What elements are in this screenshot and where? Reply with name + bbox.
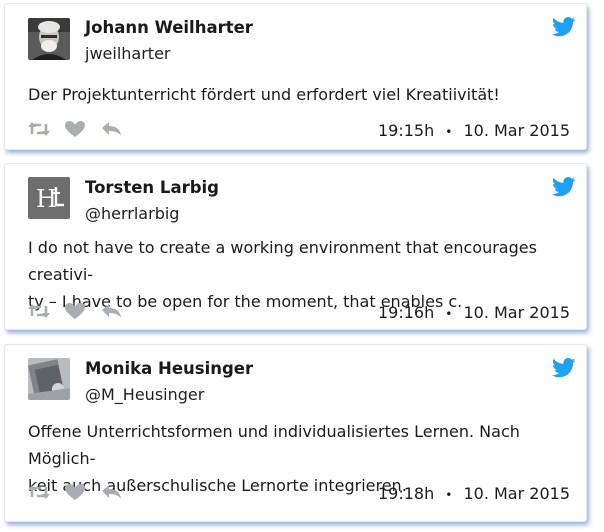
retweet-icon[interactable] xyxy=(28,120,50,138)
avatar[interactable] xyxy=(28,18,70,60)
user-handle[interactable]: @M_Heusinger xyxy=(85,385,204,404)
date: 10. Mar 2015 xyxy=(463,484,570,503)
tweet-actions xyxy=(28,301,122,321)
avatar[interactable] xyxy=(28,358,70,400)
date: 10. Mar 2015 xyxy=(463,121,570,140)
timestamp[interactable]: 19:18h • 10. Mar 2015 xyxy=(378,484,570,503)
time: 19:16h xyxy=(377,303,435,322)
avatar[interactable]: H xyxy=(28,177,70,219)
separator-dot: • xyxy=(445,488,453,502)
display-name[interactable]: Johann Weilharter xyxy=(85,18,253,37)
separator-dot: • xyxy=(445,125,453,139)
tweet-text-line: Offene Unterrichtsformen und individuali… xyxy=(28,422,520,468)
date: 10. Mar 2015 xyxy=(463,303,570,322)
reply-icon[interactable] xyxy=(100,120,122,138)
user-handle[interactable]: jweilharter xyxy=(85,44,170,63)
retweet-icon[interactable] xyxy=(28,302,50,320)
avatar-monogram: H xyxy=(36,185,57,213)
tweet-card: Monika Heusinger @M_Heusinger Offene Unt… xyxy=(4,344,587,522)
separator-dot: • xyxy=(445,307,453,321)
time: 19:18h xyxy=(377,484,435,503)
display-name[interactable]: Torsten Larbig xyxy=(85,178,219,197)
twitter-bird-icon[interactable] xyxy=(552,358,576,378)
retweet-icon[interactable] xyxy=(28,483,50,501)
tweet-card: Johann Weilharter jweilharter Der Projek… xyxy=(4,3,587,150)
display-name[interactable]: Monika Heusinger xyxy=(85,359,253,378)
reply-icon[interactable] xyxy=(100,483,122,501)
like-heart-icon[interactable] xyxy=(64,302,86,320)
tweet-card: H Torsten Larbig @herrlarbig I do not ha… xyxy=(4,163,587,330)
twitter-bird-icon[interactable] xyxy=(552,177,576,197)
user-handle[interactable]: @herrlarbig xyxy=(85,204,179,223)
tweet-text-line: I do not have to create a working enviro… xyxy=(28,238,537,284)
time: 19:15h xyxy=(377,121,435,140)
like-heart-icon[interactable] xyxy=(64,120,86,138)
tweet-text: Der Projektunterricht fördert und erford… xyxy=(28,85,500,104)
twitter-bird-icon[interactable] xyxy=(552,17,576,37)
timestamp[interactable]: 19:16h • 10. Mar 2015 xyxy=(378,303,570,322)
tweet-actions xyxy=(28,482,122,502)
like-heart-icon[interactable] xyxy=(64,483,86,501)
reply-icon[interactable] xyxy=(100,302,122,320)
tweet-actions xyxy=(28,119,122,139)
timestamp[interactable]: 19:15h • 10. Mar 2015 xyxy=(378,121,570,140)
